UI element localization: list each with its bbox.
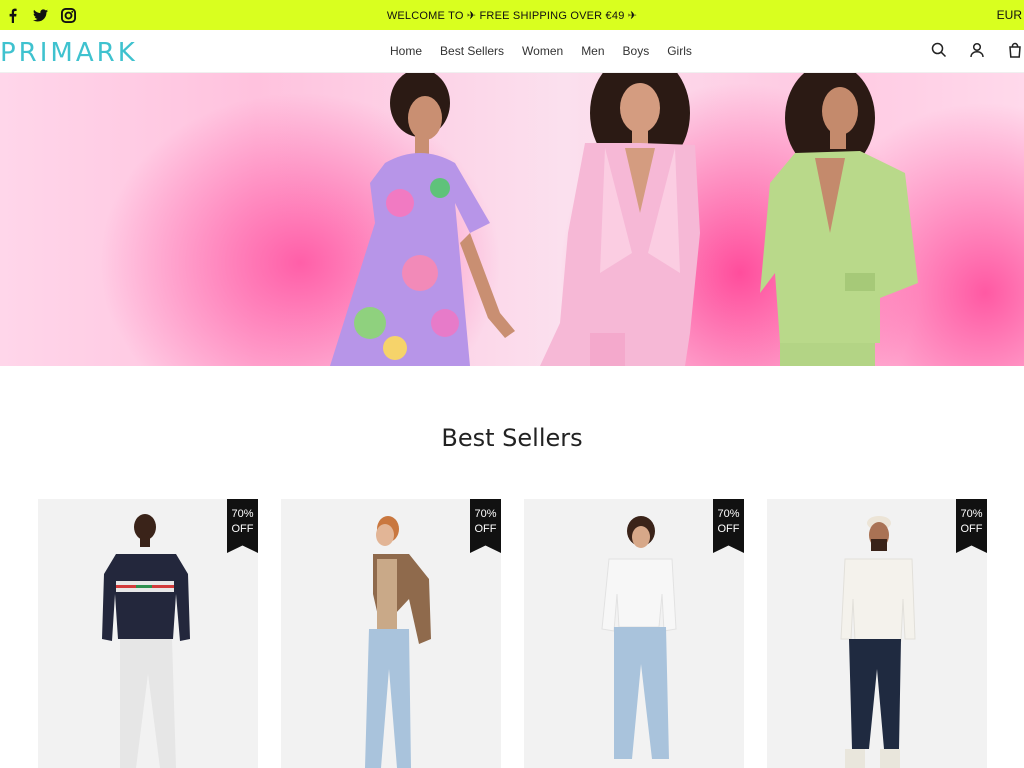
product-image — [102, 514, 190, 768]
discount-badge: 70% OFF — [713, 499, 744, 553]
announcement-text: WELCOME TO ✈ FREE SHIPPING OVER €49 ✈ — [386, 10, 638, 22]
discount-badge: 70% OFF — [470, 499, 501, 553]
discount-percent: 70% — [474, 508, 497, 520]
hero-banner[interactable] — [0, 73, 1024, 366]
header-icons — [930, 41, 1024, 59]
product-card[interactable]: 70% OFF — [524, 499, 744, 768]
nav-boys[interactable]: Boys — [623, 44, 650, 58]
search-icon[interactable] — [930, 41, 948, 59]
bag-icon[interactable] — [1006, 41, 1024, 59]
discount-percent: 70% — [960, 508, 983, 520]
product-card[interactable]: 70% OFF — [767, 499, 987, 768]
discount-badge: 70% OFF — [956, 499, 987, 553]
product-card[interactable]: 70% OFF — [38, 499, 258, 768]
logo[interactable]: PRIMARK — [0, 38, 138, 68]
nav-girls[interactable]: Girls — [667, 44, 692, 58]
discount-badge: 70% OFF — [227, 499, 258, 553]
product-image — [365, 516, 431, 768]
account-icon[interactable] — [968, 41, 986, 59]
discount-percent: 70% — [231, 508, 254, 520]
discount-label: OFF — [231, 523, 254, 535]
announcement-bar: WELCOME TO ✈ FREE SHIPPING OVER €49 ✈ EU… — [0, 0, 1024, 30]
section-title: Best Sellers — [441, 424, 583, 452]
main-nav: Home Best Sellers Women Men Boys Girls — [390, 44, 692, 58]
discount-percent: 70% — [717, 508, 740, 520]
currency-selector[interactable]: EUR — [997, 8, 1022, 22]
logo-text: PRIMARK — [0, 38, 138, 68]
site-header: PRIMARK Home Best Sellers Women Men Boys… — [0, 30, 1024, 73]
discount-label: OFF — [960, 523, 983, 535]
discount-label: OFF — [474, 523, 497, 535]
nav-men[interactable]: Men — [581, 44, 604, 58]
hero-model-green-suit — [760, 73, 918, 366]
product-card[interactable]: 70% OFF — [281, 499, 501, 768]
nav-women[interactable]: Women — [522, 44, 563, 58]
nav-best-sellers[interactable]: Best Sellers — [440, 44, 504, 58]
product-image — [840, 516, 916, 768]
nav-home[interactable]: Home — [390, 44, 422, 58]
discount-label: OFF — [717, 523, 740, 535]
product-image — [601, 516, 677, 759]
